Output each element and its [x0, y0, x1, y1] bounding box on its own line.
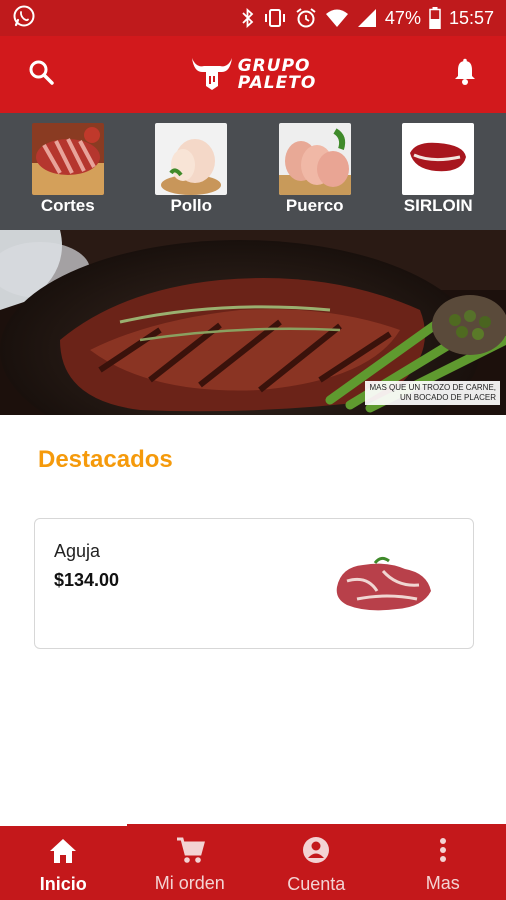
home-icon [48, 837, 78, 870]
app-bar: GRUPO PALETO [0, 36, 506, 113]
bluetooth-icon [241, 8, 255, 28]
status-bar: 47% 15:57 [0, 0, 506, 36]
product-card[interactable]: Aguja $134.00 [34, 518, 474, 649]
nav-cuenta[interactable]: Cuenta [253, 824, 380, 900]
notifications-button[interactable] [448, 58, 482, 92]
banner-caption-line-2: UN BOCADO DE PLACER [399, 393, 496, 402]
more-vert-icon [438, 836, 448, 869]
nav-label: Inicio [39, 874, 87, 894]
nav-mi-orden[interactable]: Mi orden [127, 824, 254, 900]
nav-inicio[interactable]: Inicio [0, 824, 127, 900]
cortes-image [31, 123, 104, 195]
search-icon [28, 59, 54, 90]
sirloin-image [402, 123, 475, 195]
nav-label: Mas [425, 873, 460, 893]
clock: 15:57 [448, 7, 494, 28]
app-screen: 47% 15:57 GRUPO PALETO Cortes Pollo Puer… [0, 0, 506, 900]
battery-icon [429, 7, 441, 29]
category-cortes[interactable]: Cortes [14, 123, 122, 230]
signal-icon [357, 8, 377, 28]
alarm-icon [295, 7, 317, 29]
category-label: SIRLOIN [403, 196, 473, 215]
bottom-navigation: Inicio Mi orden Cuenta Mas [0, 824, 506, 900]
grupo-paleto-logo: GRUPO PALETO [190, 52, 317, 97]
whatsapp-icon [12, 4, 36, 33]
cart-icon [175, 836, 205, 869]
product-image [327, 547, 437, 617]
category-sirloin[interactable]: SIRLOIN [384, 123, 492, 230]
logo-line-2: PALETO [237, 72, 317, 93]
product-name: Aguja [54, 541, 101, 561]
logo-line-1: GRUPO [237, 55, 311, 76]
category-puerco[interactable]: Puerco [261, 123, 369, 230]
battery-percent: 47% [384, 7, 421, 28]
promo-banner[interactable]: MAS QUE UN TROZO DE CARNE, UN BOCADO DE … [0, 230, 506, 415]
banner-caption-line-1: MAS QUE UN TROZO DE CARNE, [369, 383, 496, 392]
featured-title: Destacados [38, 446, 173, 473]
bull-logo-icon [190, 52, 234, 97]
category-label: Cortes [40, 196, 95, 215]
nav-mas[interactable]: Mas [380, 824, 506, 900]
category-label: Puerco [285, 196, 344, 215]
product-price: $134.00 [54, 570, 120, 590]
vibrate-icon [263, 8, 287, 28]
wifi-icon [325, 8, 349, 28]
category-label: Pollo [170, 196, 213, 215]
category-pollo[interactable]: Pollo [137, 123, 245, 230]
category-carousel: Cortes Pollo Puerco SIRLOIN [0, 113, 506, 230]
search-button[interactable] [24, 58, 58, 92]
account-icon [301, 835, 331, 870]
banner-caption: MAS QUE UN TROZO DE CARNE, UN BOCADO DE … [365, 381, 500, 405]
nav-label: Mi orden [154, 873, 225, 893]
puerco-image [278, 123, 351, 195]
bell-icon [452, 58, 478, 91]
nav-label: Cuenta [287, 874, 346, 894]
pollo-image [155, 123, 228, 195]
